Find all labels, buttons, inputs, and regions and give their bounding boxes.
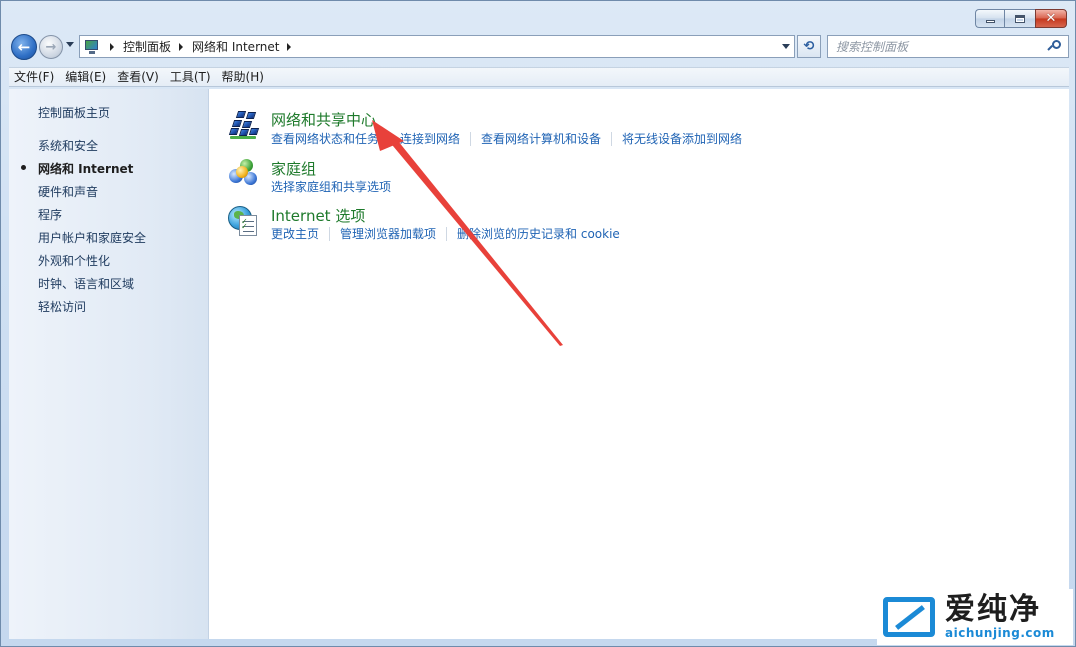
breadcrumb-control-panel[interactable]: 控制面板 (123, 38, 171, 55)
sidebar-item-clock-language-region[interactable]: 时钟、语言和区域 (38, 275, 134, 292)
task-title-network-sharing-center[interactable]: 网络和共享中心 (271, 109, 376, 130)
sidebar-item-control-panel-home[interactable]: 控制面板主页 (38, 104, 110, 121)
maximize-button[interactable] (1004, 9, 1035, 28)
link-add-wireless-device[interactable]: 将无线设备添加到网络 (622, 130, 742, 147)
link-divider (611, 131, 613, 146)
breadcrumb-separator-icon[interactable] (110, 42, 114, 51)
maximize-icon (1015, 14, 1025, 23)
task-title-homegroup[interactable]: 家庭组 (271, 158, 316, 179)
address-bar[interactable]: 控制面板 网络和 Internet (79, 35, 795, 58)
forward-arrow-icon: → (45, 39, 57, 55)
sidebar-item-appearance[interactable]: 外观和个性化 (38, 252, 110, 269)
search-box[interactable]: 搜索控制面板 (827, 35, 1069, 58)
forward-button[interactable]: → (39, 35, 63, 59)
link-manage-addons[interactable]: 管理浏览器加载项 (340, 225, 436, 242)
close-icon: ✕ (1045, 11, 1057, 26)
sidebar-item-programs[interactable]: 程序 (38, 206, 62, 223)
link-delete-browsing-history[interactable]: 删除浏览的历史记录和 cookie (457, 225, 620, 242)
sidebar-item-hardware-sound[interactable]: 硬件和声音 (38, 183, 98, 200)
link-connect-to-network[interactable]: 连接到网络 (400, 130, 460, 147)
active-bullet-icon (21, 165, 26, 170)
task-links: 更改主页 管理浏览器加载项 删除浏览的历史记录和 cookie (271, 225, 620, 242)
minimize-button[interactable] (975, 9, 1004, 28)
navigation-bar: ← → 控制面板 网络和 Internet ⟲ 搜索控制面板 (9, 33, 1069, 61)
back-arrow-icon: ← (17, 38, 31, 56)
link-change-homepage[interactable]: 更改主页 (271, 225, 319, 242)
link-view-network-computers[interactable]: 查看网络计算机和设备 (481, 130, 601, 147)
menu-file[interactable]: 文件(F) (9, 68, 59, 86)
sidebar-item-user-accounts[interactable]: 用户帐户和家庭安全 (38, 229, 146, 246)
sidebar-item-system-security[interactable]: 系统和安全 (38, 137, 98, 154)
menu-view[interactable]: 查看(V) (112, 68, 164, 86)
homegroup-icon (227, 158, 261, 190)
menu-help[interactable]: 帮助(H) (217, 68, 269, 86)
search-icon[interactable] (1047, 39, 1062, 54)
control-panel-window: ✕ ← → 控制面板 网络和 Internet ⟲ 搜索控制面板 文件(F) 编… (0, 0, 1076, 647)
task-links: 选择家庭组和共享选项 (271, 178, 391, 195)
menu-bar: 文件(F) 编辑(E) 查看(V) 工具(T) 帮助(H) (9, 67, 1069, 87)
breadcrumb-separator-icon[interactable] (287, 42, 292, 51)
minimize-icon (985, 20, 995, 23)
link-divider (389, 131, 391, 146)
internet-options-icon: ✓ ✓ (227, 205, 261, 237)
link-divider (446, 226, 448, 241)
task-links: 查看网络状态和任务 连接到网络 查看网络计算机和设备 将无线设备添加到网络 (271, 130, 742, 147)
close-button[interactable]: ✕ (1035, 9, 1067, 28)
breadcrumb-separator-icon[interactable] (179, 42, 184, 51)
sidebar-item-network-internet[interactable]: 网络和 Internet (38, 160, 133, 177)
watermark-url: aichunjing.com (945, 626, 1055, 640)
menu-edit[interactable]: 编辑(E) (60, 68, 111, 86)
sidebar-item-ease-of-access[interactable]: 轻松访问 (38, 298, 86, 315)
address-dropdown-icon[interactable] (782, 44, 790, 49)
recent-pages-dropdown-icon[interactable] (66, 42, 74, 47)
link-homegroup-sharing-options[interactable]: 选择家庭组和共享选项 (271, 178, 391, 195)
site-watermark: 爱纯净 aichunjing.com (877, 589, 1073, 645)
refresh-icon: ⟲ (803, 39, 815, 54)
menu-tools[interactable]: 工具(T) (165, 68, 216, 86)
task-title-internet-options[interactable]: Internet 选项 (271, 205, 365, 226)
watermark-chinese-name: 爱纯净 (945, 592, 1041, 627)
link-view-network-status[interactable]: 查看网络状态和任务 (271, 130, 379, 147)
watermark-text: 爱纯净 aichunjing.com (945, 592, 1055, 641)
back-button[interactable]: ← (11, 34, 37, 60)
caption-buttons: ✕ (975, 9, 1067, 28)
search-input[interactable]: 搜索控制面板 (828, 38, 1048, 55)
watermark-logo-icon (881, 593, 939, 641)
link-divider (329, 226, 331, 241)
breadcrumb-network-internet[interactable]: 网络和 Internet (192, 38, 279, 55)
main-content: 网络和共享中心 查看网络状态和任务 连接到网络 查看网络计算机和设备 将无线设备… (209, 89, 1069, 639)
control-panel-icon (84, 39, 102, 55)
network-sharing-icon (227, 109, 261, 141)
sidebar: 控制面板主页 系统和安全 网络和 Internet 硬件和声音 程序 用户帐户和… (9, 89, 209, 639)
refresh-button[interactable]: ⟲ (797, 35, 821, 58)
link-divider (470, 131, 472, 146)
